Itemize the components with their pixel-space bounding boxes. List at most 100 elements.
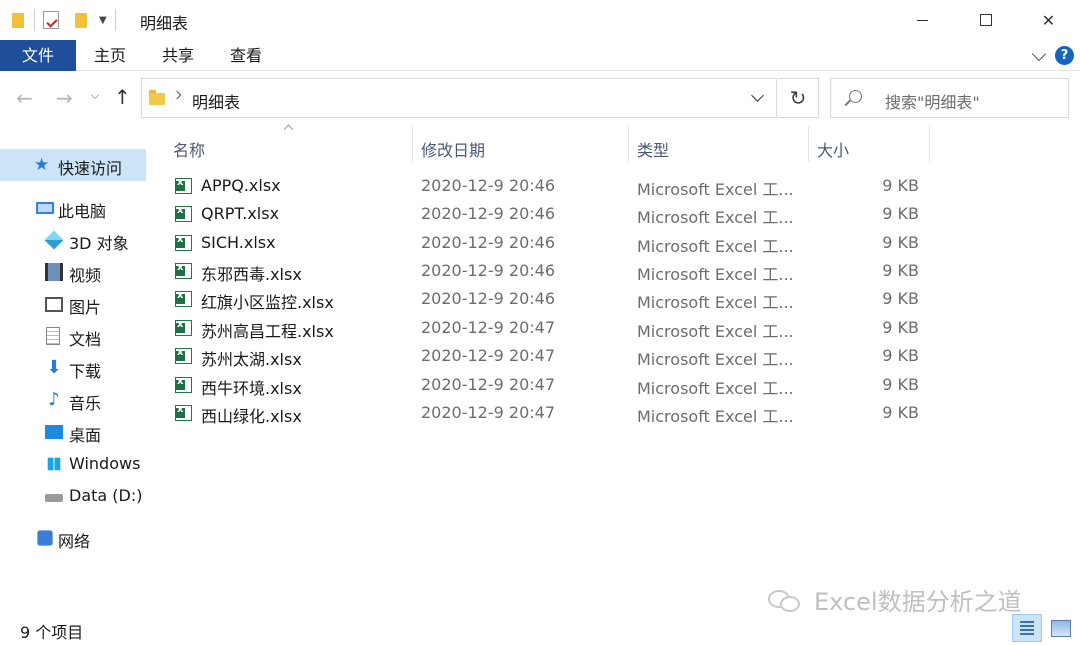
quick-access-toolbar: ▼	[10, 9, 124, 31]
document-icon	[46, 327, 60, 345]
sidebar-item-downloads[interactable]: ⬇ 下载	[0, 352, 146, 384]
close-button[interactable]: ✕	[1017, 0, 1080, 40]
help-icon[interactable]: ?	[1055, 46, 1074, 65]
column-divider[interactable]	[929, 126, 930, 162]
tab-view[interactable]: 查看	[212, 40, 280, 71]
sidebar-item-label: 桌面	[69, 426, 102, 445]
sidebar-item-data-drive[interactable]: Data (D:)	[0, 480, 146, 512]
properties-icon[interactable]	[43, 11, 59, 29]
customize-toolbar-dropdown-icon[interactable]: ▼	[99, 15, 107, 26]
sidebar-item-label: 文档	[69, 330, 102, 349]
item-count: 9 个项目	[20, 623, 84, 642]
sidebar-item-label: 音乐	[69, 394, 102, 413]
file-name: 苏州高昌工程.xlsx	[201, 322, 334, 341]
address-bar[interactable]: 明细表	[141, 78, 777, 118]
table-row[interactable]: 红旗小区监控.xlsx 2020-12-9 20:46 Microsoft Exce…	[149, 285, 1080, 313]
table-row[interactable]: 东邪西毒.xlsx 2020-12-9 20:46 Microsoft Excel …	[149, 257, 1080, 285]
sidebar-item-network[interactable]: 网络	[0, 522, 146, 554]
minimize-button[interactable]	[891, 0, 954, 40]
table-row[interactable]: APPQ.xlsx 2020-12-9 20:46 Microsoft Excel …	[149, 172, 1080, 200]
file-size: 9 KB	[882, 204, 919, 223]
refresh-icon: ↻	[789, 86, 807, 110]
tab-home[interactable]: 主页	[76, 40, 144, 71]
windows-drive-icon	[47, 457, 61, 471]
file-size: 9 KB	[882, 403, 919, 422]
table-row[interactable]: 苏州太湖.xlsx 2020-12-9 20:47 Microsoft Excel …	[149, 342, 1080, 370]
music-icon: ♪	[48, 389, 60, 410]
file-name: SICH.xlsx	[201, 233, 276, 252]
excel-file-icon	[175, 262, 192, 279]
column-header-size[interactable]: 大小	[809, 132, 929, 162]
excel-file-icon	[175, 404, 192, 421]
file-date: 2020-12-9 20:47	[421, 403, 555, 422]
file-size: 9 KB	[882, 346, 919, 365]
sidebar-item-this-pc[interactable]: 此电脑	[0, 192, 146, 224]
table-row[interactable]: 苏州高昌工程.xlsx 2020-12-9 20:47 Microsoft Exce…	[149, 314, 1080, 342]
column-header-date[interactable]: 修改日期	[413, 132, 627, 162]
sidebar-item-3d-objects[interactable]: 3D 对象	[0, 224, 146, 256]
file-date: 2020-12-9 20:47	[421, 375, 555, 394]
sidebar-item-label: Windows	[69, 454, 141, 473]
window-title: 明细表	[140, 14, 189, 33]
file-name: QRPT.xlsx	[201, 204, 280, 223]
search-placeholder: 搜索"明细表"	[885, 93, 980, 112]
forward-arrow-icon[interactable]: →	[56, 86, 73, 110]
column-header-name[interactable]: 名称	[149, 132, 411, 162]
back-arrow-icon[interactable]: ←	[16, 86, 33, 110]
file-date: 2020-12-9 20:47	[421, 318, 555, 337]
close-icon: ✕	[1041, 10, 1056, 30]
file-type: Microsoft Excel 工...	[637, 322, 794, 341]
sidebar-item-label: 网络	[58, 532, 91, 551]
sidebar-item-videos[interactable]: 视频	[0, 256, 146, 288]
search-box[interactable]: 搜索"明细表"	[830, 78, 1069, 118]
sidebar-item-quick-access[interactable]: ★ 快速访问	[0, 149, 146, 181]
excel-file-icon	[175, 177, 192, 194]
file-type: Microsoft Excel 工...	[637, 180, 794, 199]
recent-locations-chevron-icon[interactable]	[90, 90, 100, 100]
address-dropdown-chevron-icon[interactable]	[751, 89, 764, 102]
sidebar-item-label: 快速访问	[58, 159, 123, 178]
file-date: 2020-12-9 20:46	[421, 289, 555, 308]
file-name: 西山绿化.xlsx	[201, 407, 302, 426]
file-name: 西牛环境.xlsx	[201, 379, 302, 398]
star-icon: ★	[34, 155, 50, 175]
sidebar-item-music[interactable]: ♪ 音乐	[0, 384, 146, 416]
download-icon: ⬇	[46, 357, 62, 378]
excel-file-icon	[175, 347, 192, 364]
picture-icon	[45, 297, 63, 312]
file-size: 9 KB	[882, 289, 919, 308]
sidebar-item-label: 视频	[69, 266, 102, 285]
refresh-button[interactable]: ↻	[778, 78, 819, 118]
navigation-bar: ← → ↑ 明细表 ↻ 搜索"明细表"	[0, 72, 1080, 124]
breadcrumb-chevron-icon[interactable]	[172, 90, 182, 100]
file-name: 苏州太湖.xlsx	[201, 350, 302, 369]
sidebar-item-pictures[interactable]: 图片	[0, 288, 146, 320]
folder-icon	[149, 90, 165, 106]
search-icon	[849, 90, 862, 103]
excel-file-icon	[175, 376, 192, 393]
file-name: 红旗小区监控.xlsx	[201, 293, 334, 312]
column-header-type[interactable]: 类型	[629, 132, 807, 162]
film-icon	[45, 263, 63, 281]
sidebar-item-windows-drive[interactable]: Windows	[0, 448, 146, 480]
sidebar-item-documents[interactable]: 文档	[0, 320, 146, 352]
table-row[interactable]: QRPT.xlsx 2020-12-9 20:46 Microsoft Excel …	[149, 200, 1080, 228]
large-icons-view-icon[interactable]	[1048, 616, 1072, 640]
up-arrow-icon[interactable]: ↑	[114, 85, 131, 109]
table-row[interactable]: 西山绿化.xlsx 2020-12-9 20:47 Microsoft Excel …	[149, 399, 1080, 427]
new-folder-icon[interactable]	[73, 12, 89, 28]
file-size: 9 KB	[882, 233, 919, 252]
details-view-icon[interactable]	[1012, 614, 1042, 642]
table-row[interactable]: SICH.xlsx 2020-12-9 20:46 Microsoft Excel …	[149, 229, 1080, 257]
expand-ribbon-chevron-icon[interactable]	[1031, 46, 1047, 62]
tab-file[interactable]: 文件	[0, 40, 76, 71]
ribbon-tabs: 文件 主页 共享 查看 ?	[0, 40, 1080, 71]
maximize-button[interactable]	[954, 0, 1017, 40]
cube-icon	[44, 230, 64, 250]
table-row[interactable]: 西牛环境.xlsx 2020-12-9 20:47 Microsoft Excel …	[149, 371, 1080, 399]
sidebar-item-desktop[interactable]: 桌面	[0, 416, 146, 448]
maximize-icon	[979, 14, 992, 26]
file-size: 9 KB	[882, 176, 919, 195]
tab-share[interactable]: 共享	[144, 40, 212, 71]
breadcrumb-current-folder[interactable]: 明细表	[192, 89, 240, 113]
